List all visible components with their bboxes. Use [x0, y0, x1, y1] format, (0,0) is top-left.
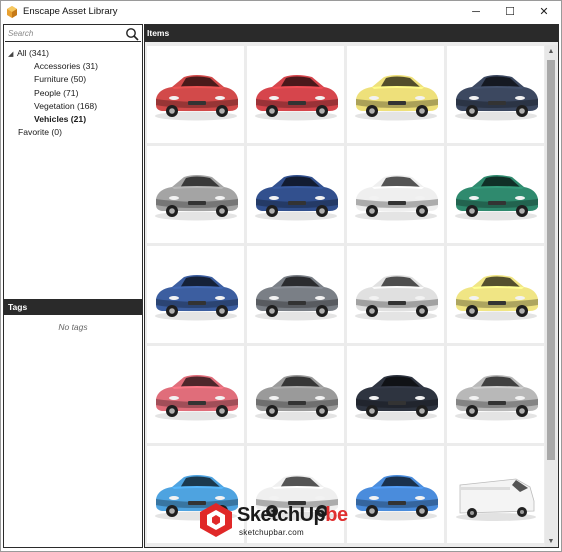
items-panel: Items ▲ ▼: [144, 24, 559, 548]
minimize-icon: ─: [472, 5, 480, 18]
car-thumbnail-icon: [354, 174, 438, 220]
asset-tile-15[interactable]: [347, 346, 444, 443]
asset-tile-3[interactable]: [347, 46, 444, 143]
collapse-arrow-icon[interactable]: ◢: [8, 48, 17, 61]
asset-tile-16[interactable]: [447, 346, 544, 443]
car-thumbnail-icon: [254, 74, 338, 120]
asset-tile-12[interactable]: [447, 246, 544, 343]
scroll-thumb[interactable]: [547, 60, 555, 460]
asset-tile-8[interactable]: [447, 146, 544, 243]
tree-item-label: Vehicles (21): [34, 113, 87, 124]
maximize-icon: ☐: [505, 6, 515, 18]
asset-tile-10[interactable]: [247, 246, 344, 343]
watermark-url: sketchupbar.com: [239, 528, 304, 537]
car-thumbnail-icon: [254, 274, 338, 320]
asset-tile-2[interactable]: [247, 46, 344, 143]
watermark-brand: SketchUpbe: [237, 504, 348, 526]
car-thumbnail-icon: [154, 274, 238, 320]
car-thumbnail-icon: [454, 374, 538, 420]
minimize-button[interactable]: ─: [459, 1, 493, 23]
tree-item-label: Furniture (50): [34, 74, 87, 85]
no-tags-text: No tags: [58, 322, 88, 332]
close-icon: ✕: [539, 6, 549, 18]
items-grid: [147, 46, 544, 543]
asset-tile-13[interactable]: [147, 346, 244, 443]
tree-item-vehicles[interactable]: Vehicles (21): [8, 113, 138, 126]
tree-item-accessories[interactable]: Accessories (31): [8, 60, 138, 73]
asset-tile-5[interactable]: [147, 146, 244, 243]
van-thumbnail-icon: [455, 478, 536, 521]
car-thumbnail-icon: [354, 74, 438, 120]
close-button[interactable]: ✕: [527, 1, 561, 23]
tree-item-all[interactable]: ◢ All (341): [8, 47, 138, 60]
asset-tile-7[interactable]: [347, 146, 444, 243]
asset-tile-20[interactable]: [447, 446, 544, 543]
tree-item-favorite[interactable]: Favorite (0): [8, 126, 138, 139]
scroll-up-arrow-icon[interactable]: ▲: [545, 45, 557, 57]
car-thumbnail-icon: [454, 74, 538, 120]
car-thumbnail-icon: [454, 274, 538, 320]
asset-tile-14[interactable]: [247, 346, 344, 443]
enscape-app-icon: [7, 5, 17, 18]
car-thumbnail-icon: [354, 274, 438, 320]
tree-item-label: All (341): [17, 48, 49, 58]
tree-item-label: Accessories (31): [34, 61, 98, 72]
tree-item-label: Vegetation (168): [34, 100, 98, 111]
tree-item-label: People (71): [34, 87, 79, 98]
car-thumbnail-icon: [154, 74, 238, 120]
search-icon[interactable]: [125, 27, 139, 41]
sketchup-logo-icon: [200, 503, 232, 537]
items-header: Items: [145, 25, 558, 42]
asset-tile-4[interactable]: [447, 46, 544, 143]
window-body: ◢All (341) Accessories (31) Furniture (5…: [0, 22, 562, 552]
tags-header: Tags: [4, 299, 142, 315]
category-tree: ◢ All (341) Accessories (31) Furniture (5…: [8, 47, 138, 139]
tree-item-label: Favorite (0): [18, 127, 62, 138]
maximize-button[interactable]: ☐: [493, 1, 527, 23]
vertical-scrollbar[interactable]: ▲ ▼: [545, 45, 557, 547]
asset-tile-9[interactable]: [147, 246, 244, 343]
search-input[interactable]: [8, 29, 118, 38]
asset-tile-6[interactable]: [247, 146, 344, 243]
car-thumbnail-icon: [454, 174, 538, 220]
car-thumbnail-icon: [154, 174, 238, 220]
tree-item-people[interactable]: People (71): [8, 87, 138, 100]
car-thumbnail-icon: [254, 374, 338, 420]
tree-item-vegetation[interactable]: Vegetation (168): [8, 100, 138, 113]
window-title: Enscape Asset Library: [23, 6, 118, 17]
sketchup-watermark: SketchUpbe sketchupbar.com: [199, 500, 369, 544]
search-box: [5, 26, 141, 42]
car-thumbnail-icon: [354, 374, 438, 420]
category-panel: ◢All (341) Accessories (31) Furniture (5…: [3, 24, 143, 548]
asset-tile-11[interactable]: [347, 246, 444, 343]
tree-item-furniture[interactable]: Furniture (50): [8, 73, 138, 86]
scroll-down-arrow-icon[interactable]: ▼: [545, 535, 557, 547]
car-thumbnail-icon: [154, 374, 238, 420]
title-bar: Enscape Asset Library ─ ☐ ✕: [0, 0, 562, 22]
asset-tile-1[interactable]: [147, 46, 244, 143]
car-thumbnail-icon: [254, 174, 338, 220]
